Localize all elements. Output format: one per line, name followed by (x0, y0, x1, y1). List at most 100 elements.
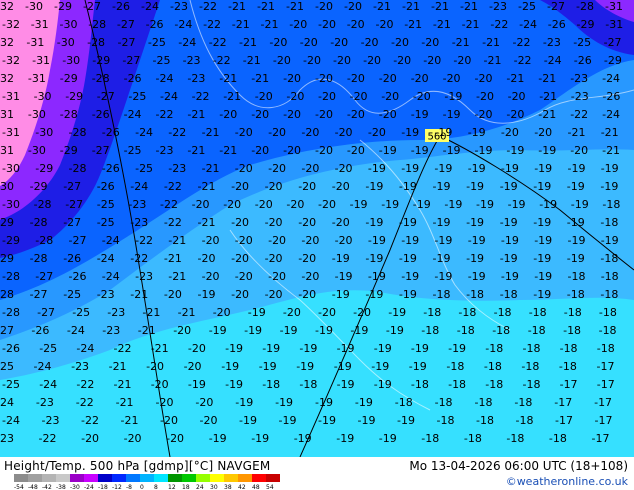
temperature-label: -20 (202, 234, 220, 247)
temperature-label: -19 (294, 432, 312, 445)
temperature-label: -25 (573, 36, 591, 49)
temperature-label: -24 (602, 108, 620, 121)
temperature-label: -20 (273, 54, 291, 67)
colorbar-tick-label: -24 (84, 484, 94, 490)
temperature-label: -21 (243, 54, 261, 67)
colorbar-tick-label: -38 (56, 484, 66, 490)
temperature-label: -18 (600, 252, 618, 265)
temperature-label: -21 (431, 0, 449, 13)
temperature-label: -19 (434, 126, 452, 139)
temperature-label: -27 (122, 54, 140, 67)
temperature-label: -20 (195, 396, 213, 409)
temperature-label: -19 (239, 414, 257, 427)
temperature-label: -19 (280, 324, 298, 337)
temperature-label: -21 (198, 180, 216, 193)
color-legend: -54 -48 -42 -38 -30 -24 -18 -12 -8 0 8 12 18 24 30 38 42… (14, 474, 280, 490)
temperature-label: -26 (102, 162, 120, 175)
temperature-label: -27 (604, 36, 622, 49)
temperature-label: -20 (124, 432, 142, 445)
temperature-label: -20 (286, 90, 304, 103)
temperature-label: -18 (492, 324, 510, 337)
site-credit: ©weatheronline.co.uk (505, 475, 628, 488)
temperature-label: -21 (187, 144, 205, 157)
temperature-label: -21 (198, 216, 216, 229)
temperature-label: -20 (231, 252, 249, 265)
temperature-label: -25 (148, 36, 166, 49)
temperature-label: -19 (209, 432, 227, 445)
temperature-label: -19 (259, 360, 277, 373)
temperature-label: -19 (568, 234, 586, 247)
temperature-label: -24 (135, 126, 153, 139)
colorbar-tick-label: -30 (70, 484, 80, 490)
temperature-label: -18 (521, 360, 539, 373)
temperature-label: -22 (203, 18, 221, 31)
temperature-label: -28 (2, 306, 20, 319)
temperature-label: -20 (476, 90, 494, 103)
colorbar-swatch (140, 474, 154, 482)
colorbar-swatch (14, 474, 28, 482)
temperature-label: -32 (2, 18, 20, 31)
temperature-label: -19 (399, 252, 417, 265)
temperature-label: -18 (560, 342, 578, 355)
temperature-label: -21 (114, 378, 132, 391)
temperature-label: -18 (523, 342, 541, 355)
temperature-label: -24 (544, 54, 562, 67)
temperature-label: -26 (92, 108, 110, 121)
temperature-label: -24 (97, 252, 115, 265)
temperature-label: -20 (318, 306, 336, 319)
temperature-label: -22 (81, 414, 99, 427)
temperature-label: -19 (209, 324, 227, 337)
temperature-label: -20 (251, 144, 269, 157)
temperature-label: -20 (501, 126, 519, 139)
temperature-label: -20 (268, 162, 286, 175)
colorbar-tick-label: -54 (14, 484, 24, 490)
temperature-label: -29 (2, 234, 20, 247)
temperature-map: 560 -32-30-29-27-26-24-23-22-21-21-21-20… (0, 0, 634, 457)
temperature-label: -18 (559, 360, 577, 373)
temperature-label: -23 (0, 432, 14, 445)
temperature-label: -19 (567, 216, 585, 229)
temperature-label: -18 (437, 414, 455, 427)
temperature-label: -20 (184, 360, 202, 373)
temperature-label: -23 (168, 162, 186, 175)
temperature-label: -20 (335, 162, 353, 175)
temperature-label: -20 (298, 252, 316, 265)
temperature-label: -20 (192, 198, 210, 211)
temperature-label: -27 (69, 234, 87, 247)
temperature-label: -17 (595, 414, 613, 427)
temperature-label: -18 (568, 270, 586, 283)
temperature-label: -19 (335, 270, 353, 283)
temperature-label: -19 (500, 180, 518, 193)
temperature-label: -21 (404, 18, 422, 31)
temperature-label: -26 (574, 54, 592, 67)
temperature-label: -19 (368, 162, 386, 175)
colorbar-tick-label: 30 (210, 484, 218, 490)
colorbar-tick-label: 38 (224, 484, 232, 490)
temperature-label: -19 (365, 216, 383, 229)
temperature-label: -19 (251, 432, 269, 445)
temperature-label: -19 (601, 162, 619, 175)
temperature-label: -24 (130, 180, 148, 193)
temperature-label: -19 (468, 126, 486, 139)
temperature-label: -24 (602, 72, 620, 85)
weather-map-view: 560 -32-30-29-27-26-24-23-22-21-21-21-20… (0, 0, 634, 490)
colorbar-swatch (98, 474, 112, 482)
temperature-label: -19 (444, 90, 462, 103)
temperature-label: -20 (255, 198, 273, 211)
temperature-label: -20 (347, 18, 365, 31)
temperature-label: -20 (301, 162, 319, 175)
temperature-label: -19 (468, 162, 486, 175)
temperature-label: -22 (199, 0, 217, 13)
colorbar-tick-label: -12 (112, 484, 122, 490)
temperature-label: -20 (376, 18, 394, 31)
temperature-label: -22 (164, 180, 182, 193)
temperature-label: -20 (289, 18, 307, 31)
temperature-label: -18 (476, 414, 494, 427)
temperature-label: -20 (368, 126, 386, 139)
colorbar-tick-label: 54 (266, 484, 274, 490)
temperature-label: -21 (373, 0, 391, 13)
temperature-label: -19 (538, 144, 556, 157)
temperature-label: -20 (235, 270, 253, 283)
temperature-label: -17 (597, 360, 615, 373)
temperature-label: -20 (315, 0, 333, 13)
